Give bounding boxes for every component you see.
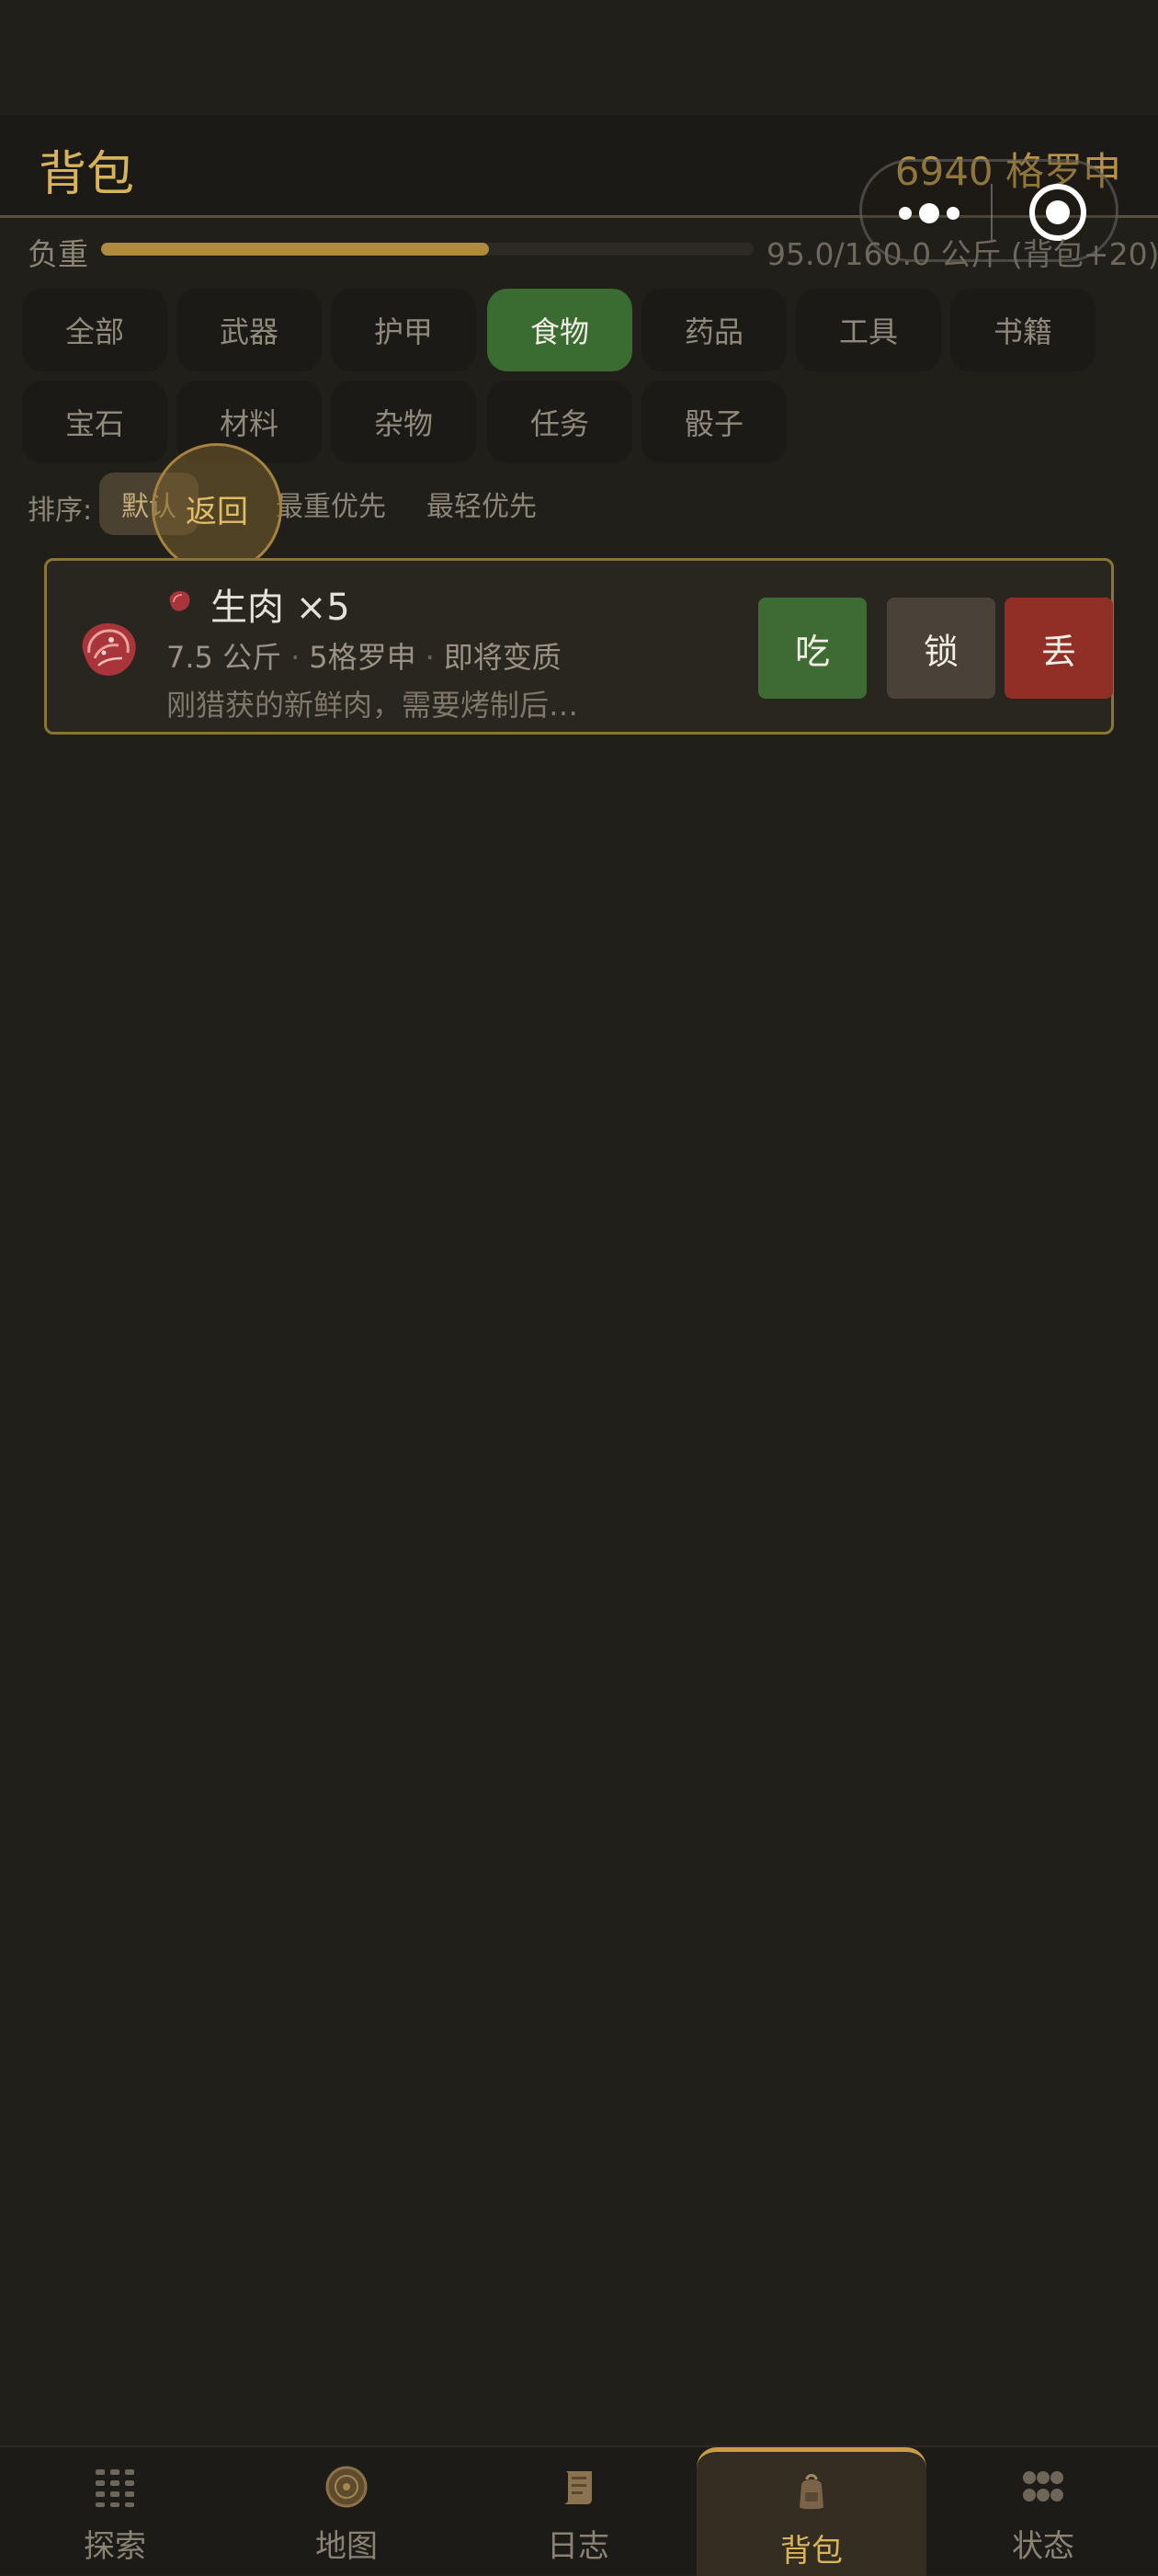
nav-backpack-label: 背包 xyxy=(780,2533,843,2570)
nav-status[interactable]: 状态 xyxy=(928,2447,1158,2576)
tab-tools[interactable]: 工具 xyxy=(796,289,941,371)
explore-icon xyxy=(96,2469,134,2507)
nav-status-label: 状态 xyxy=(1012,2528,1074,2565)
item-price: 5格罗申 xyxy=(309,640,416,675)
scroll-icon xyxy=(564,2471,592,2504)
nav-backpack[interactable]: 背包 xyxy=(697,2447,926,2576)
item-status: 即将变质 xyxy=(443,640,562,675)
status-icon xyxy=(1023,2471,1063,2502)
tab-dice[interactable]: 骰子 xyxy=(641,381,787,463)
item-card[interactable]: 生肉 ×5 7.5 公斤 · 5格罗申 · 即将变质 刚猎获的新鲜肉，需要烤制后… 吃 … xyxy=(44,558,1114,735)
load-text: 95.0/160.0 公斤 (背包+20) xyxy=(766,236,1158,272)
tab-books[interactable]: 书籍 xyxy=(950,289,1096,371)
load-label: 负重 xyxy=(28,236,88,272)
nav-journal[interactable]: 日志 xyxy=(463,2447,693,2576)
raw-meat-icon xyxy=(82,623,136,676)
nav-explore-label: 探索 xyxy=(84,2528,146,2565)
nav-journal-label: 日志 xyxy=(547,2528,609,2565)
tab-all[interactable]: 全部 xyxy=(22,289,167,371)
bottom-nav: 探索 地图 日志 背包 状态 xyxy=(0,2445,1158,2576)
tab-food[interactable]: 食物 xyxy=(487,289,632,371)
status-bar xyxy=(0,0,1158,115)
map-icon xyxy=(325,2466,368,2508)
tab-armor[interactable]: 护甲 xyxy=(331,289,476,371)
tab-weapons[interactable]: 武器 xyxy=(176,289,322,371)
tab-medicine[interactable]: 药品 xyxy=(641,289,787,371)
sort-heaviest-button[interactable]: 最重优先 xyxy=(267,473,395,535)
item-name: 生肉 ×5 xyxy=(210,587,350,629)
drop-button[interactable]: 丢 xyxy=(1005,598,1113,699)
sort-label: 排序: xyxy=(28,495,93,527)
item-meta: 7.5 公斤 · 5格罗申 · 即将变质 xyxy=(166,640,562,675)
more-icon[interactable] xyxy=(899,200,963,226)
tab-gems[interactable]: 宝石 xyxy=(22,381,167,463)
nav-map-label: 地图 xyxy=(315,2528,378,2565)
tab-quest[interactable]: 任务 xyxy=(487,381,632,463)
lock-button[interactable]: 锁 xyxy=(887,598,995,699)
backpack-icon xyxy=(800,2474,823,2510)
load-bar-fill xyxy=(101,243,489,256)
back-button[interactable]: 返回 xyxy=(152,443,282,574)
item-weight: 7.5 公斤 xyxy=(166,640,282,675)
tab-misc[interactable]: 杂物 xyxy=(331,381,476,463)
item-description: 刚猎获的新鲜肉，需要烤制后… xyxy=(166,688,579,723)
nav-map[interactable]: 地图 xyxy=(232,2447,461,2576)
sort-lightest-button[interactable]: 最轻优先 xyxy=(417,473,546,535)
page-title: 背包 xyxy=(39,147,135,202)
eat-button[interactable]: 吃 xyxy=(758,598,867,699)
load-bar xyxy=(101,243,754,256)
meat-small-icon xyxy=(169,591,190,611)
nav-explore[interactable]: 探索 xyxy=(0,2447,230,2576)
